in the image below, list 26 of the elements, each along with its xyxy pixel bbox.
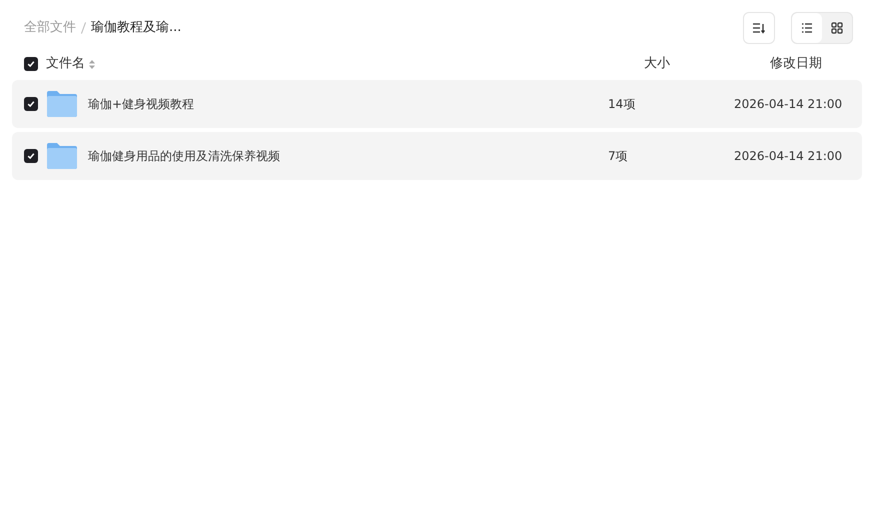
checkbox[interactable] [24, 149, 38, 163]
grid-icon [831, 22, 843, 34]
modified-date: 2026-04-14 21:00 [734, 96, 842, 113]
sort-icon [752, 22, 766, 34]
list-icon [801, 22, 813, 34]
checkmark-icon [27, 100, 35, 108]
sort-button[interactable] [743, 12, 775, 44]
sort-arrows-icon [89, 60, 95, 68]
breadcrumb-current: 瑜伽教程及瑜... [91, 19, 182, 38]
column-header[interactable]: 修改日期 [770, 54, 822, 74]
file-name[interactable]: 瑜伽+健身视频教程 [88, 95, 608, 113]
column-header[interactable]: 文件名 [46, 54, 85, 74]
checkbox[interactable] [24, 97, 38, 111]
file-name[interactable]: 瑜伽健身用品的使用及清洗保养视频 [88, 147, 608, 165]
file-row[interactable]: 瑜伽健身用品的使用及清洗保养视频 7项 2026-04-14 21:00 [12, 132, 862, 180]
folder-icon [47, 143, 77, 169]
item-count: 14项 [608, 96, 636, 113]
modified-date: 2026-04-14 21:00 [734, 148, 842, 165]
list-view-button[interactable] [792, 13, 822, 43]
checkmark-icon [27, 60, 35, 68]
checkbox[interactable] [24, 57, 38, 71]
column-header[interactable]: 大小 [644, 54, 670, 74]
file-row[interactable]: 瑜伽+健身视频教程 14项 2026-04-14 21:00 [12, 80, 862, 128]
item-count: 7项 [608, 148, 629, 165]
folder-icon [47, 91, 77, 117]
checkmark-icon [27, 152, 35, 160]
